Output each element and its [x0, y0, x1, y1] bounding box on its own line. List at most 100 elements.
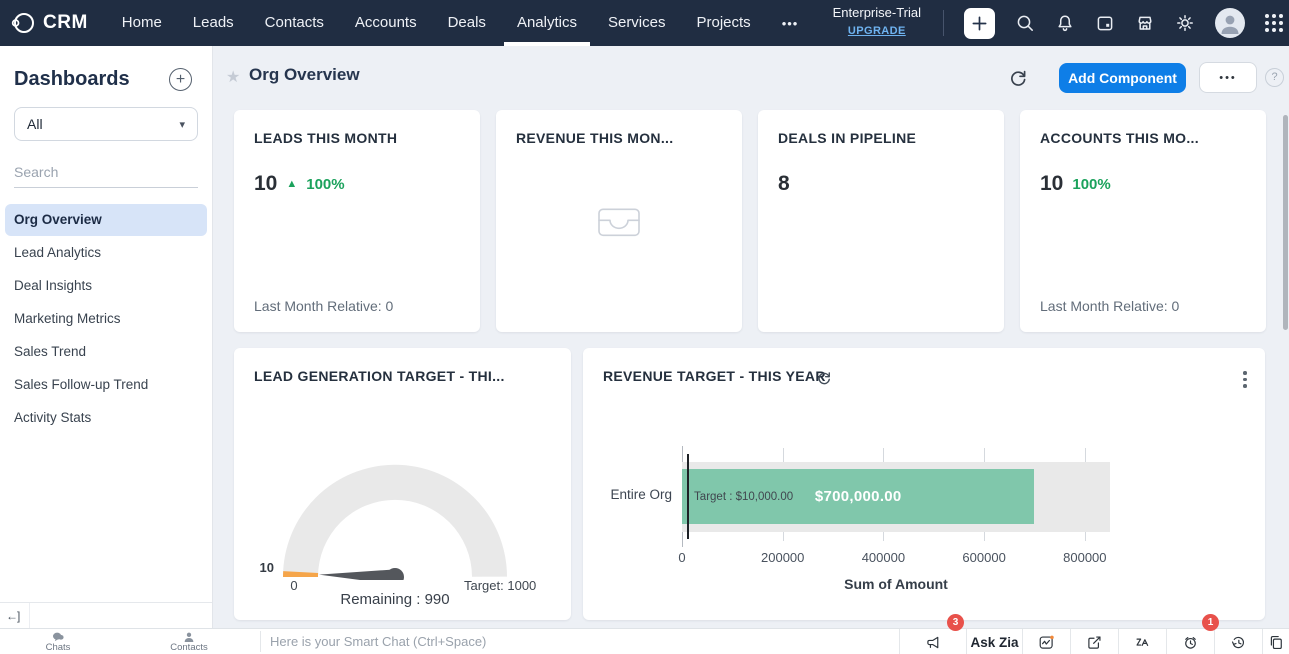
smart-chat-input[interactable] [270, 629, 690, 654]
sidebar-title: Dashboards [14, 68, 130, 90]
zoho-logo-icon[interactable] [10, 10, 36, 36]
navbar-right: Enterprise-Trial UPGRADE [833, 0, 1283, 46]
kpi-value: 10 [1040, 172, 1064, 195]
kpi-value: 8 [778, 172, 790, 195]
apps-grid-icon[interactable] [1265, 14, 1283, 32]
page-title: Org Overview [249, 65, 360, 84]
kpi-card-title: DEALS IN PIPELINE [778, 130, 917, 146]
contacts-button[interactable]: Contacts [164, 629, 214, 654]
quick-create-button[interactable] [964, 7, 995, 39]
zia-insights-button[interactable] [1022, 629, 1070, 654]
dashboard-filter-select[interactable]: All ▾ [14, 107, 198, 141]
kpi-card-title: ACCOUNTS THIS MO... [1040, 130, 1199, 146]
gauge-chart [282, 464, 507, 580]
kpi-card-title: REVENUE THIS MON... [516, 130, 674, 146]
nav-item-deals[interactable]: Deals [448, 0, 486, 46]
empty-state-inbox-icon [596, 206, 642, 238]
person-icon [1221, 15, 1239, 34]
x-axis-title: Sum of Amount [844, 576, 948, 592]
kpi-card-leads-this-month[interactable]: LEADS THIS MONTH 10 ▲ 100% Last Month Re… [234, 110, 480, 332]
lead-generation-target-card[interactable]: LEAD GENERATION TARGET - THI... 10 0 Tar… [234, 348, 571, 620]
bottombar-divider [260, 631, 261, 652]
bar-chart-title: REVENUE TARGET - THIS YEAR [603, 368, 826, 384]
kpi-card-accounts-this-month[interactable]: ACCOUNTS THIS MO... 10 100% Last Month R… [1020, 110, 1266, 332]
nav-more-icon[interactable]: ••• [782, 16, 799, 31]
chats-label: Chats [45, 641, 71, 653]
revenue-target-card[interactable]: REVENUE TARGET - THIS YEAR Entire Org $7… [583, 348, 1265, 620]
kebab-menu-icon[interactable] [1243, 371, 1247, 391]
kpi-card-title: LEADS THIS MONTH [254, 130, 398, 146]
plan-name: Enterprise-Trial [832, 5, 921, 21]
note-export-icon [1086, 634, 1103, 651]
dashboard-list: Org Overview Lead Analytics Deal Insight… [0, 204, 212, 434]
add-component-button[interactable]: Add Component [1059, 63, 1186, 93]
refresh-dashboard-icon[interactable] [1008, 68, 1028, 88]
recent-items-button[interactable] [1214, 629, 1262, 654]
calendar-icon[interactable] [1095, 13, 1115, 33]
kpi-card-revenue-this-month[interactable]: REVENUE THIS MON... [496, 110, 742, 332]
refresh-component-icon[interactable] [816, 370, 832, 386]
collapse-sidebar-icon[interactable]: ←] [0, 609, 25, 623]
person-icon [183, 632, 195, 642]
settings-gear-icon[interactable] [1175, 13, 1195, 33]
copy-clipboard-button[interactable] [1262, 629, 1289, 654]
bottom-toolbar: Chats Contacts Ask Zia [0, 628, 1289, 654]
upgrade-link[interactable]: UPGRADE [848, 25, 906, 37]
sidebar-item-lead-analytics[interactable]: Lead Analytics [5, 237, 207, 269]
kpi-card-row: LEADS THIS MONTH 10 ▲ 100% Last Month Re… [234, 110, 1266, 332]
sidebar-footer-divider [29, 603, 31, 628]
favorite-star-icon[interactable]: ★ [226, 67, 240, 87]
nav-item-leads[interactable]: Leads [193, 0, 234, 46]
notifications-bell-icon[interactable] [1055, 13, 1075, 33]
search-icon[interactable] [1015, 13, 1035, 33]
sidebar-item-org-overview[interactable]: Org Overview [5, 204, 207, 236]
chevron-down-icon: ▾ [179, 118, 185, 131]
target-marker-line [687, 454, 690, 539]
vertical-scrollbar[interactable] [1283, 115, 1288, 330]
chats-button[interactable]: Chats [36, 629, 80, 654]
dashboard-more-button[interactable]: ••• [1199, 62, 1257, 93]
sidebar-footer: ←] [0, 602, 212, 628]
announcements-button[interactable] [899, 629, 966, 654]
brand-name: CRM [43, 12, 88, 33]
marketplace-store-icon[interactable] [1135, 13, 1155, 33]
ask-zia-button[interactable]: Ask Zia [966, 629, 1022, 654]
kpi-delta: 100% [1072, 175, 1111, 193]
delta-up-icon: ▲ [286, 178, 298, 190]
reminders-count-badge: 1 [1202, 614, 1219, 631]
bottombar-tools: Ask Zia [899, 629, 1289, 654]
nav-item-services[interactable]: Services [608, 0, 666, 46]
add-dashboard-button[interactable]: + [169, 68, 192, 91]
search-input[interactable] [14, 159, 198, 188]
sidebar-item-deal-insights[interactable]: Deal Insights [5, 270, 207, 302]
megaphone-icon [925, 634, 942, 651]
navbar-left: CRM Home Leads Contacts Accounts Deals A… [0, 0, 798, 46]
nav-item-contacts[interactable]: Contacts [265, 0, 324, 46]
chat-bubble-icon [52, 632, 64, 642]
nav-item-projects[interactable]: Projects [697, 0, 751, 46]
target-value-label: Target : $10,000.00 [694, 491, 794, 503]
help-icon[interactable]: ? [1265, 68, 1284, 87]
reminders-button[interactable] [1166, 629, 1214, 654]
kpi-value: 10 [254, 172, 278, 195]
sidebar-item-marketing-metrics[interactable]: Marketing Metrics [5, 303, 207, 335]
filter-selected-value: All [27, 116, 43, 132]
kpi-footer: Last Month Relative: 0 [1040, 298, 1180, 314]
sidebar-item-activity-stats[interactable]: Activity Stats [5, 402, 207, 434]
zia-sketch-button[interactable] [1118, 629, 1166, 654]
history-clock-icon [1230, 634, 1247, 651]
nav-item-analytics[interactable]: Analytics [503, 0, 591, 46]
sidebar-item-sales-trend[interactable]: Sales Trend [5, 336, 207, 368]
plan-block: Enterprise-Trial UPGRADE [832, 5, 921, 39]
announcements-count-badge: 3 [947, 614, 964, 631]
sidebar-item-sales-follow-up-trend[interactable]: Sales Follow-up Trend [5, 369, 207, 401]
notes-button[interactable] [1070, 629, 1118, 654]
pulse-chart-icon [1038, 634, 1055, 651]
nav-item-home[interactable]: Home [122, 0, 162, 46]
zia-sketch-icon [1134, 634, 1151, 651]
clipboard-copy-icon [1268, 634, 1285, 651]
kpi-card-deals-in-pipeline[interactable]: DEALS IN PIPELINE 8 [758, 110, 1004, 332]
nav-item-accounts[interactable]: Accounts [355, 0, 417, 46]
user-avatar[interactable] [1215, 8, 1245, 38]
ask-zia-label: Ask Zia [970, 634, 1019, 650]
